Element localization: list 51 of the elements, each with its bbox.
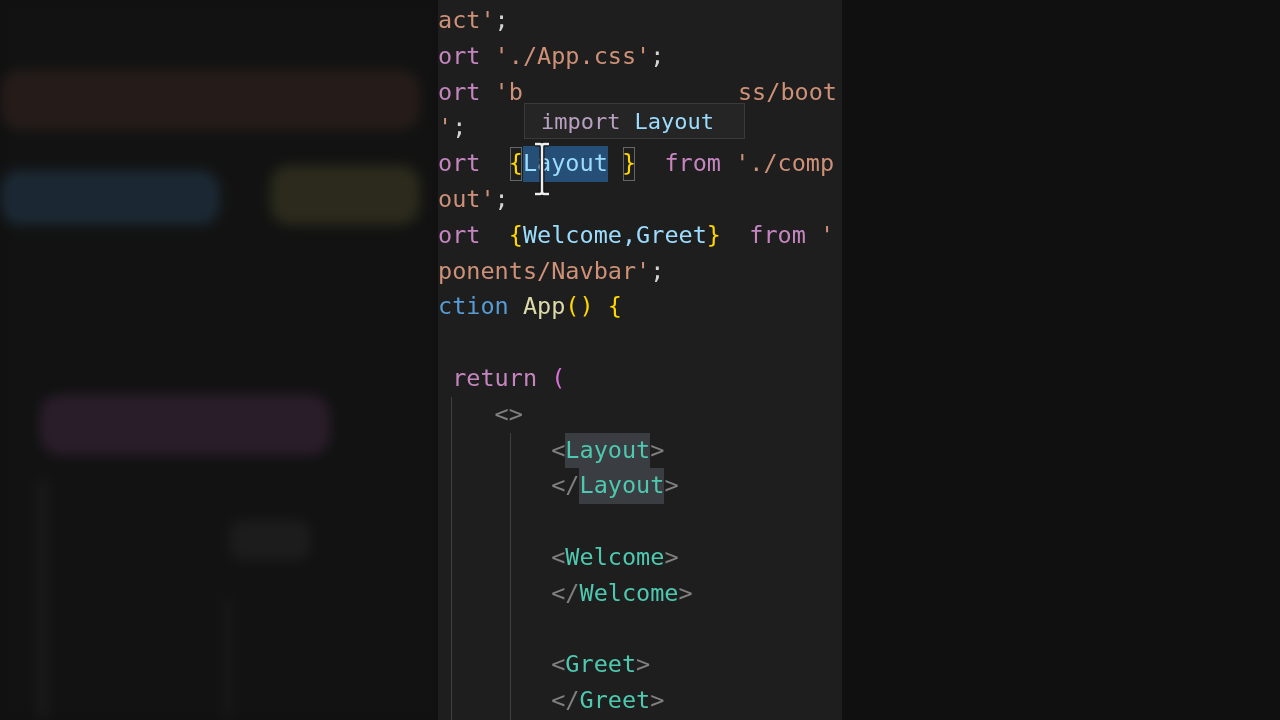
tag-name: Greet [565, 649, 637, 681]
code-token: App [521, 291, 566, 323]
code-token: act' [438, 5, 495, 36]
tooltip-name: Layout [634, 108, 714, 134]
code-token: > [678, 577, 693, 609]
code-token: 'b [493, 76, 523, 108]
code-token: > [650, 685, 665, 717]
code-token: return [451, 362, 538, 394]
code-token: ' [438, 112, 453, 144]
code-token: './App.css' [493, 40, 651, 72]
tooltip-keyword: import [541, 108, 621, 134]
code-token: > [650, 434, 665, 466]
code-token: } [621, 146, 637, 182]
code-token: </ [550, 577, 580, 609]
tag-name: Layout [565, 432, 651, 469]
code-token: > [664, 470, 679, 502]
code-token: } [706, 219, 721, 251]
code-token: './comp [734, 148, 835, 180]
code-token: </ [550, 470, 580, 502]
code-token: () { [565, 291, 622, 323]
tag-name: Greet [579, 685, 651, 717]
code-token: ort [438, 40, 481, 72]
code-token: ponents/Navbar' [438, 255, 651, 287]
code-token: { [508, 146, 523, 182]
code-token: ort [438, 76, 481, 108]
code-token: ; [452, 112, 467, 144]
code-token: out' [438, 184, 495, 215]
code-token: ; [494, 184, 509, 215]
code-token: < [550, 649, 566, 681]
code-token: from [748, 219, 806, 251]
code-token: < [550, 541, 566, 573]
code-token: ss/boot [737, 76, 837, 108]
code-token: Welcome,Greet [522, 219, 707, 251]
code-token: </ [550, 685, 580, 717]
code-token: ort [438, 219, 482, 251]
code-token: ction [438, 291, 509, 323]
code-token: > [636, 649, 651, 681]
code-token: from [663, 148, 721, 180]
code-token: ; [494, 5, 509, 36]
code-token: > [664, 541, 679, 573]
code-token: <> [493, 398, 523, 430]
code-token: ; [650, 255, 665, 287]
code-token: ort [438, 148, 482, 180]
tag-name: Welcome [579, 577, 679, 609]
tag-name: Welcome [565, 541, 665, 573]
code-token: ( [550, 362, 566, 394]
code-token: < [550, 434, 566, 466]
tag-name: Layout [579, 468, 665, 505]
code-token: ' [819, 219, 835, 251]
code-token: { [508, 219, 523, 251]
code-token: ; [650, 40, 665, 72]
